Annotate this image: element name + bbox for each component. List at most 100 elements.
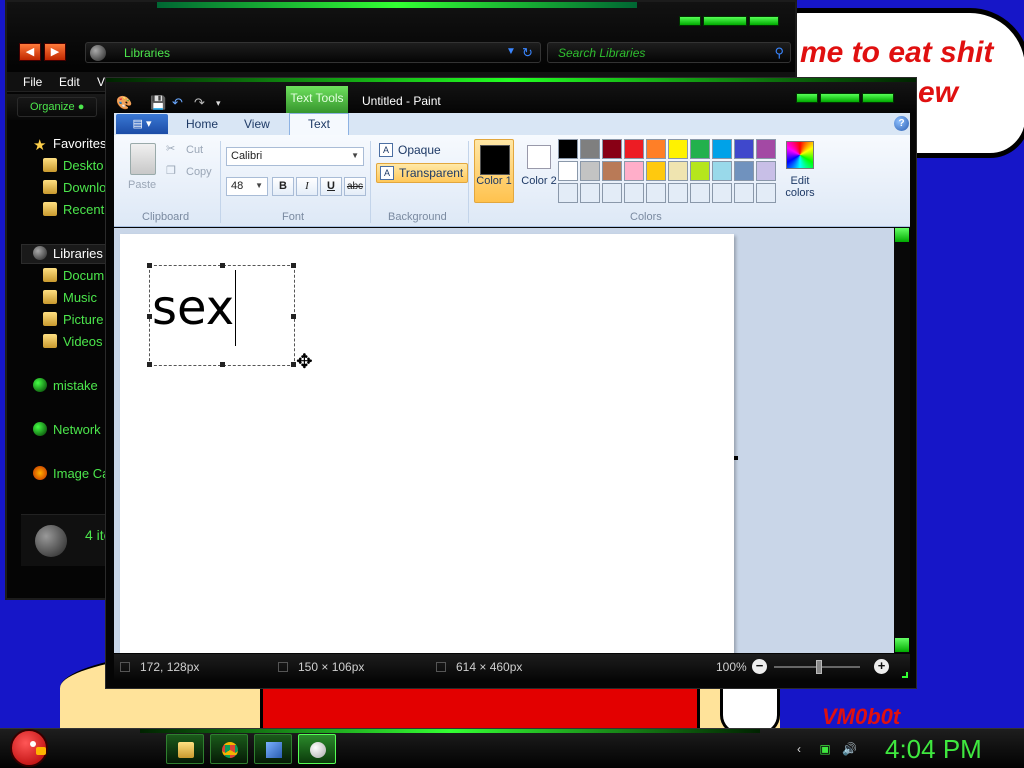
taskbar-chrome[interactable] xyxy=(210,734,248,764)
palette-swatch[interactable] xyxy=(756,183,776,203)
palette-swatch[interactable] xyxy=(558,161,578,181)
palette-swatch[interactable] xyxy=(580,183,600,203)
back-arrow-icon[interactable]: ◀ xyxy=(19,43,41,61)
paint-window[interactable]: 🎨 💾 ↶ ↷ ▾ Text Tools Untitled - Paint ▤ … xyxy=(105,77,917,689)
action-center-icon[interactable]: ▣ xyxy=(818,742,832,756)
palette-swatch[interactable] xyxy=(624,161,644,181)
taskbar-paint[interactable] xyxy=(298,734,336,764)
palette-swatch[interactable] xyxy=(756,139,776,159)
canvas-resize-handle[interactable] xyxy=(734,456,738,460)
zoom-in-button[interactable]: + xyxy=(874,659,889,674)
help-icon[interactable]: ? xyxy=(894,116,909,131)
edit-colors-icon[interactable] xyxy=(786,141,814,169)
explorer-titlebar[interactable]: ◀ ▶ Libraries ▼ ↻ Search Libraries ⚲ xyxy=(7,2,795,72)
customize-quick-access-icon[interactable]: ▾ xyxy=(216,98,221,109)
palette-swatch[interactable] xyxy=(558,183,578,203)
color1-button[interactable] xyxy=(474,139,514,203)
palette-swatch[interactable] xyxy=(712,161,732,181)
palette-swatch[interactable] xyxy=(624,139,644,159)
palette-swatch[interactable] xyxy=(690,161,710,181)
paste-icon[interactable] xyxy=(130,143,156,175)
strikethrough-button[interactable]: abc xyxy=(344,177,366,196)
copy-icon: ❐ xyxy=(166,165,176,177)
font-size-select[interactable]: 48 ▼ xyxy=(226,177,268,196)
font-family-select[interactable]: Calibri ▼ xyxy=(226,147,364,166)
paint-minimize-button[interactable] xyxy=(796,93,818,103)
palette-swatch[interactable] xyxy=(646,139,666,159)
resize-handle[interactable] xyxy=(220,362,225,367)
transparent-option[interactable]: A Transparent xyxy=(376,163,469,183)
address-bar[interactable]: Libraries ▼ ↻ xyxy=(85,42,541,63)
maximize-button[interactable] xyxy=(703,16,747,26)
paint-close-button[interactable] xyxy=(862,93,894,103)
drawing-canvas[interactable]: sex ✥ xyxy=(120,234,734,653)
scroll-down-button[interactable] xyxy=(895,638,909,652)
palette-swatch[interactable] xyxy=(734,161,754,181)
menu-edit[interactable]: Edit xyxy=(59,75,80,89)
palette-swatch[interactable] xyxy=(712,139,732,159)
resize-handle[interactable] xyxy=(291,263,296,268)
tab-home[interactable]: Home xyxy=(186,117,218,131)
forward-arrow-icon[interactable]: ▶ xyxy=(44,43,66,61)
tab-view[interactable]: View xyxy=(244,117,270,131)
palette-swatch[interactable] xyxy=(690,139,710,159)
italic-button[interactable]: I xyxy=(296,177,318,196)
paste-button-label[interactable]: Paste xyxy=(128,179,156,191)
palette-swatch[interactable] xyxy=(602,139,622,159)
address-dropdown-icon[interactable]: ▼ xyxy=(506,46,516,57)
underline-button[interactable]: U xyxy=(320,177,342,196)
close-button[interactable] xyxy=(749,16,779,26)
nav-label: mistake xyxy=(53,378,98,393)
palette-swatch[interactable] xyxy=(646,161,666,181)
organize-button[interactable]: Organize ● xyxy=(17,97,97,117)
refresh-icon[interactable]: ↻ xyxy=(522,45,533,61)
paint-maximize-button[interactable] xyxy=(820,93,860,103)
bold-button[interactable]: B xyxy=(272,177,294,196)
palette-swatch[interactable] xyxy=(646,183,666,203)
tab-text[interactable]: Text xyxy=(289,113,349,135)
zoom-slider-thumb[interactable] xyxy=(816,660,822,674)
palette-swatch[interactable] xyxy=(734,139,754,159)
cut-button[interactable]: Cut xyxy=(186,144,203,156)
scroll-up-button[interactable] xyxy=(895,228,909,242)
palette-swatch[interactable] xyxy=(558,139,578,159)
minimize-button[interactable] xyxy=(679,16,701,26)
resize-handle[interactable] xyxy=(147,362,152,367)
palette-swatch[interactable] xyxy=(668,139,688,159)
taskbar-explorer[interactable] xyxy=(166,734,204,764)
resize-handle[interactable] xyxy=(220,263,225,268)
paint-titlebar[interactable]: 🎨 💾 ↶ ↷ ▾ Text Tools Untitled - Paint xyxy=(106,82,916,117)
palette-swatch[interactable] xyxy=(668,161,688,181)
save-icon[interactable]: 💾 xyxy=(150,95,166,111)
palette-swatch[interactable] xyxy=(602,161,622,181)
palette-swatch[interactable] xyxy=(690,183,710,203)
palette-swatch[interactable] xyxy=(734,183,754,203)
search-box[interactable]: Search Libraries ⚲ xyxy=(547,42,791,63)
palette-swatch[interactable] xyxy=(624,183,644,203)
undo-icon[interactable]: ↶ xyxy=(172,95,183,111)
palette-swatch[interactable] xyxy=(580,161,600,181)
search-icon[interactable]: ⚲ xyxy=(774,45,784,61)
taskbar-tools[interactable] xyxy=(254,734,292,764)
opaque-option[interactable]: A Opaque xyxy=(376,141,445,161)
resize-grip[interactable] xyxy=(902,672,908,678)
paint-app-icon[interactable]: 🎨 xyxy=(116,95,132,111)
copy-button[interactable]: Copy xyxy=(186,166,212,178)
volume-icon[interactable]: 🔊 xyxy=(842,742,857,756)
edit-colors-button[interactable]: Edit colors xyxy=(780,175,820,199)
redo-icon[interactable]: ↷ xyxy=(194,95,205,111)
zoom-out-button[interactable]: − xyxy=(752,659,767,674)
paint-menu-button[interactable]: ▤ ▾ xyxy=(116,114,168,134)
start-button[interactable] xyxy=(10,729,48,767)
resize-handle[interactable] xyxy=(291,314,296,319)
taskbar-clock[interactable]: 4:04 PM xyxy=(885,734,982,765)
vertical-scrollbar[interactable] xyxy=(894,228,910,653)
palette-swatch[interactable] xyxy=(668,183,688,203)
menu-file[interactable]: File xyxy=(23,75,42,89)
resize-handle[interactable] xyxy=(147,263,152,268)
palette-swatch[interactable] xyxy=(756,161,776,181)
palette-swatch[interactable] xyxy=(580,139,600,159)
tray-expand-icon[interactable]: ‹ xyxy=(792,742,806,756)
palette-swatch[interactable] xyxy=(712,183,732,203)
palette-swatch[interactable] xyxy=(602,183,622,203)
